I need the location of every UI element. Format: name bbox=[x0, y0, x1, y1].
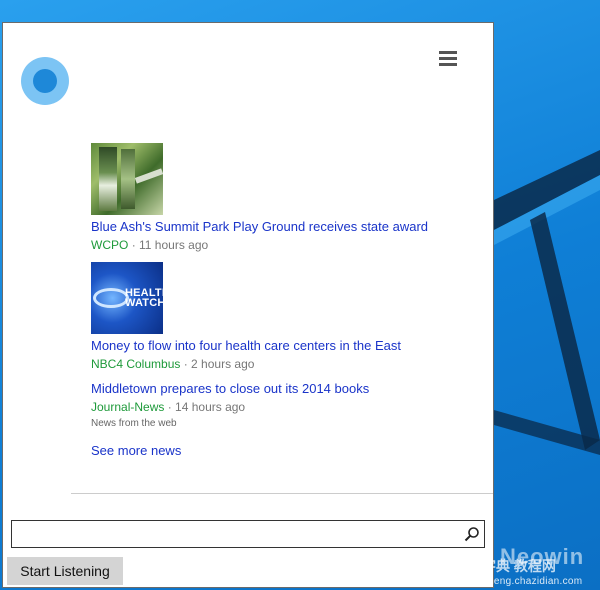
news-source[interactable]: Journal-News bbox=[91, 400, 164, 414]
cortana-core bbox=[33, 69, 57, 93]
news-source[interactable]: WCPO bbox=[91, 238, 128, 252]
news-meta: Journal-News · 14 hours ago bbox=[91, 400, 451, 414]
hamburger-icon[interactable] bbox=[439, 51, 459, 69]
news-meta: NBC4 Columbus · 2 hours ago bbox=[91, 357, 451, 371]
news-source[interactable]: NBC4 Columbus bbox=[91, 357, 180, 371]
watermark-url: jiaocheng.chazidian.com bbox=[466, 576, 583, 587]
news-meta: WCPO · 11 hours ago bbox=[91, 238, 451, 252]
news-thumbnail[interactable]: HEALTH WATCH bbox=[91, 262, 163, 334]
news-age: · 11 hours ago bbox=[131, 238, 209, 252]
see-more-news-link[interactable]: See more news bbox=[91, 443, 451, 458]
watermark-cn: 查字典 教程网 bbox=[468, 558, 556, 574]
watermark: Neowin 查字典 教程网 jiaocheng.chazidian.com bbox=[462, 544, 598, 588]
news-age: · 2 hours ago bbox=[183, 357, 255, 371]
search-icon[interactable] bbox=[464, 526, 480, 542]
news-thumbnail[interactable] bbox=[91, 143, 163, 215]
news-headline[interactable]: Blue Ash's Summit Park Play Ground recei… bbox=[91, 219, 451, 234]
news-headline[interactable]: Money to flow into four health care cent… bbox=[91, 338, 451, 353]
list-item: Middletown prepares to close out its 201… bbox=[91, 381, 451, 458]
list-item: HEALTH WATCH Money to flow into four hea… bbox=[91, 262, 451, 371]
news-age: · 14 hours ago bbox=[167, 400, 246, 414]
search-box[interactable] bbox=[11, 520, 485, 548]
cortana-panel: Blue Ash's Summit Park Play Ground recei… bbox=[2, 22, 494, 588]
news-footer-note: News from the web bbox=[91, 418, 177, 429]
search-input[interactable] bbox=[16, 524, 456, 544]
divider bbox=[71, 493, 493, 494]
cortana-ring-icon[interactable] bbox=[21, 57, 69, 105]
list-item: Blue Ash's Summit Park Play Ground recei… bbox=[91, 143, 451, 252]
news-list: Blue Ash's Summit Park Play Ground recei… bbox=[91, 143, 451, 468]
start-listening-button[interactable]: Start Listening bbox=[7, 557, 123, 585]
news-headline[interactable]: Middletown prepares to close out its 201… bbox=[91, 381, 451, 396]
thumbnail-caption: HEALTH WATCH bbox=[125, 287, 163, 309]
